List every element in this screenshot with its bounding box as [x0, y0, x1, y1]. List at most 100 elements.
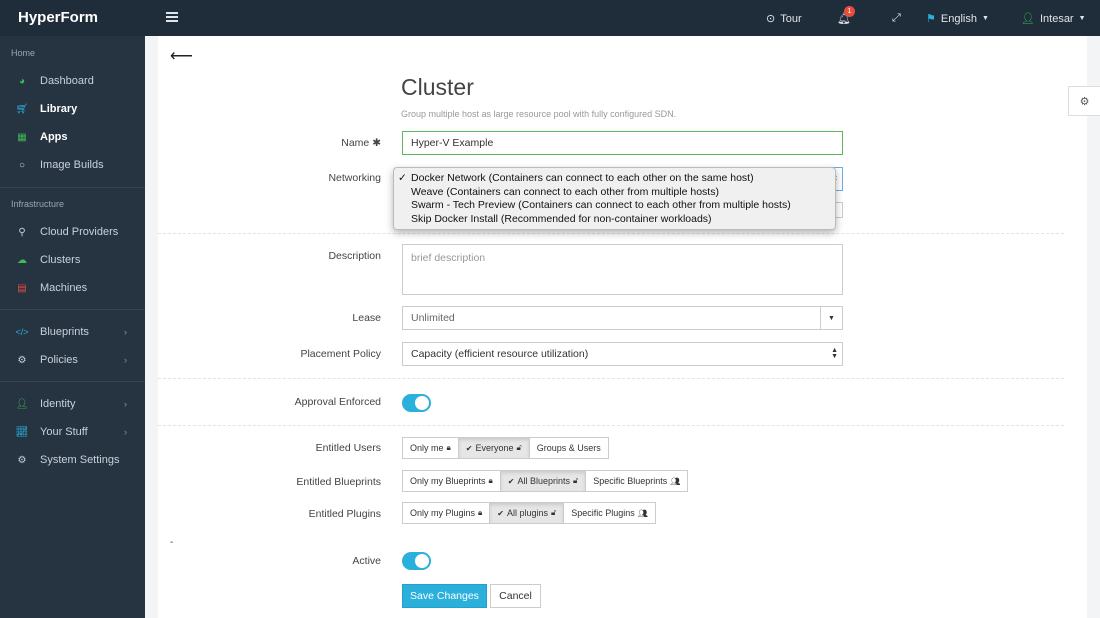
sidebar-item-label: Machines: [40, 282, 88, 294]
server-icon: ▤: [17, 282, 27, 294]
networking-option[interactable]: Skip Docker Install (Recommended for non…: [394, 213, 835, 227]
chevron-right-icon: ›: [124, 399, 127, 409]
sidebar-section-infrastructure: Infrastructure: [11, 199, 65, 209]
check-icon: ✔: [465, 443, 473, 453]
btn-label: Specific Plugins: [571, 508, 635, 518]
user-icon: 👤︎: [1021, 13, 1035, 25]
code-icon: </>: [15, 327, 29, 337]
form-panel: ⟵ Cluster Group multiple host as large r…: [158, 36, 1087, 618]
lease-dropdown-button[interactable]: ▼: [820, 307, 842, 329]
required-asterisk-icon: ✱: [372, 137, 381, 149]
lock-icon: 🔒︎: [478, 508, 483, 517]
btn-label: Only my Blueprints: [410, 476, 486, 486]
networking-option[interactable]: Weave (Containers can connect to each ot…: [394, 186, 835, 200]
sidebar-item-machines[interactable]: ▤ Machines: [0, 278, 145, 298]
sidebar-divider: [0, 187, 145, 188]
placement-label: Placement Policy: [300, 348, 381, 360]
tour-button[interactable]: ⊙ Tour: [766, 12, 802, 26]
play-circle-icon: ⊙: [766, 13, 776, 25]
entitled-blueprints-label: Entitled Blueprints: [296, 476, 381, 488]
user-menu[interactable]: 👤︎ Intesar ▼: [1021, 12, 1086, 26]
toggle-knob: [415, 554, 429, 568]
fullscreen-button[interactable]: ⤢: [892, 12, 901, 25]
menu-toggle-icon[interactable]: [166, 12, 178, 22]
language-dropdown[interactable]: ⚑ English ▼: [926, 12, 989, 26]
brand-logo[interactable]: HyperForm: [18, 9, 98, 26]
all-blueprints-button[interactable]: ✔ All Blueprints 🔓︎: [499, 470, 587, 492]
sidebar-item-library[interactable]: 🛒︎ Library: [0, 99, 145, 119]
sidebar-divider: [0, 309, 145, 310]
section-divider: [158, 378, 1064, 379]
cloud-icon: ☁: [17, 254, 27, 266]
sidebar-item-label: Blueprints: [40, 326, 89, 338]
top-navbar: HyperForm ⊙ Tour 🔔︎ 1 ⤢ ⚑ English ▼ 👤︎ I…: [0, 0, 1100, 36]
groups-users-button[interactable]: Groups & Users: [528, 437, 609, 459]
chart-icon: 📈︎: [15, 426, 29, 438]
sidebar-item-apps[interactable]: ▦ Apps: [0, 127, 145, 147]
add-user-icon: 👥︎: [670, 476, 681, 486]
btn-label: Specific Blueprints: [593, 476, 668, 486]
sidebar-item-blueprints[interactable]: </> Blueprints ›: [0, 322, 145, 342]
page-title: Cluster: [401, 74, 474, 100]
approval-toggle[interactable]: [402, 394, 431, 412]
option-label: Weave (Containers can connect to each ot…: [411, 185, 719, 198]
everyone-button[interactable]: ✔ Everyone 🔓︎: [457, 437, 530, 459]
sidebar-item-label: Identity: [40, 398, 76, 410]
save-button[interactable]: Save Changes: [402, 584, 487, 608]
sidebar-item-label: Apps: [40, 131, 68, 143]
sidebar-item-policies[interactable]: ⚙ Policies ›: [0, 350, 145, 370]
btn-label: Groups & Users: [536, 443, 601, 453]
notification-badge: 1: [844, 6, 855, 17]
networking-dropdown-menu: ✓ Docker Network (Containers can connect …: [393, 167, 836, 230]
name-input-value: Hyper-V Example: [411, 137, 494, 149]
sidebar-item-your-stuff[interactable]: 📈︎ Your Stuff ›: [0, 422, 145, 442]
dashboard-icon: ◕: [18, 75, 26, 87]
sidebar-item-label: Cloud Providers: [40, 226, 119, 238]
lease-label: Lease: [352, 312, 381, 324]
sidebar-item-cloud-providers[interactable]: ⚲ Cloud Providers: [0, 222, 145, 242]
lock-icon: 🔒︎: [488, 476, 493, 485]
placement-value: Capacity (efficient resource utilization…: [411, 348, 589, 360]
btn-label: All plugins: [507, 508, 549, 518]
back-arrow-icon[interactable]: ⟵: [170, 46, 193, 66]
gears-icon: ⚙: [17, 454, 27, 466]
only-me-button[interactable]: Only me 🔒︎: [402, 437, 459, 459]
networking-option[interactable]: Swarm - Tech Preview (Containers can con…: [394, 199, 835, 213]
cancel-button[interactable]: Cancel: [490, 584, 541, 608]
settings-gear-tab[interactable]: ⚙: [1068, 86, 1100, 116]
sidebar-item-label: Clusters: [40, 254, 81, 266]
unlock-icon: 🔓︎: [551, 508, 557, 517]
all-plugins-button[interactable]: ✔ All plugins 🔓︎: [489, 502, 565, 524]
networking-option[interactable]: ✓ Docker Network (Containers can connect …: [394, 172, 835, 186]
name-label: Name ✱: [341, 137, 381, 149]
sidebar-item-image-builds[interactable]: ○ Image Builds: [0, 155, 145, 175]
description-label: Description: [328, 250, 381, 262]
placement-select[interactable]: Capacity (efficient resource utilization…: [402, 342, 843, 366]
sidebar-divider: [0, 381, 145, 382]
specific-plugins-button[interactable]: Specific Plugins 👥︎: [563, 502, 656, 524]
sidebar-item-clusters[interactable]: ☁ Clusters: [0, 250, 145, 270]
sidebar-item-identity[interactable]: 👤︎ Identity ›: [0, 394, 145, 414]
language-flag-icon: ⚑: [926, 13, 936, 25]
only-my-plugins-button[interactable]: Only my Plugins 🔒︎: [402, 502, 491, 524]
sidebar-item-system-settings[interactable]: ⚙ System Settings: [0, 450, 145, 470]
description-textarea[interactable]: brief description: [402, 244, 843, 295]
btn-label: All Blueprints: [517, 476, 571, 486]
name-input[interactable]: Hyper-V Example: [402, 131, 843, 155]
sidebar-item-label: System Settings: [40, 454, 120, 466]
only-my-blueprints-button[interactable]: Only my Blueprints 🔒︎: [402, 470, 501, 492]
option-label: Skip Docker Install (Recommended for non…: [411, 212, 712, 225]
user-name: Intesar: [1039, 12, 1074, 25]
btn-label: Only me: [410, 443, 444, 453]
expand-icon: ⤢: [892, 12, 901, 24]
sidebar-item-label: Your Stuff: [40, 426, 88, 438]
active-toggle[interactable]: [402, 552, 431, 570]
lease-input[interactable]: Unlimited ▼: [402, 306, 843, 330]
sidebar-section-home: Home: [11, 48, 36, 58]
sidebar-item-label: Policies: [40, 354, 78, 366]
specific-blueprints-button[interactable]: Specific Blueprints 👥︎: [585, 470, 689, 492]
tour-label: Tour: [780, 12, 802, 25]
sidebar-item-dashboard[interactable]: ◕ Dashboard: [0, 71, 145, 91]
caret-down-icon: ▼: [1078, 15, 1086, 22]
gear-icon: ⚙: [1079, 95, 1090, 108]
